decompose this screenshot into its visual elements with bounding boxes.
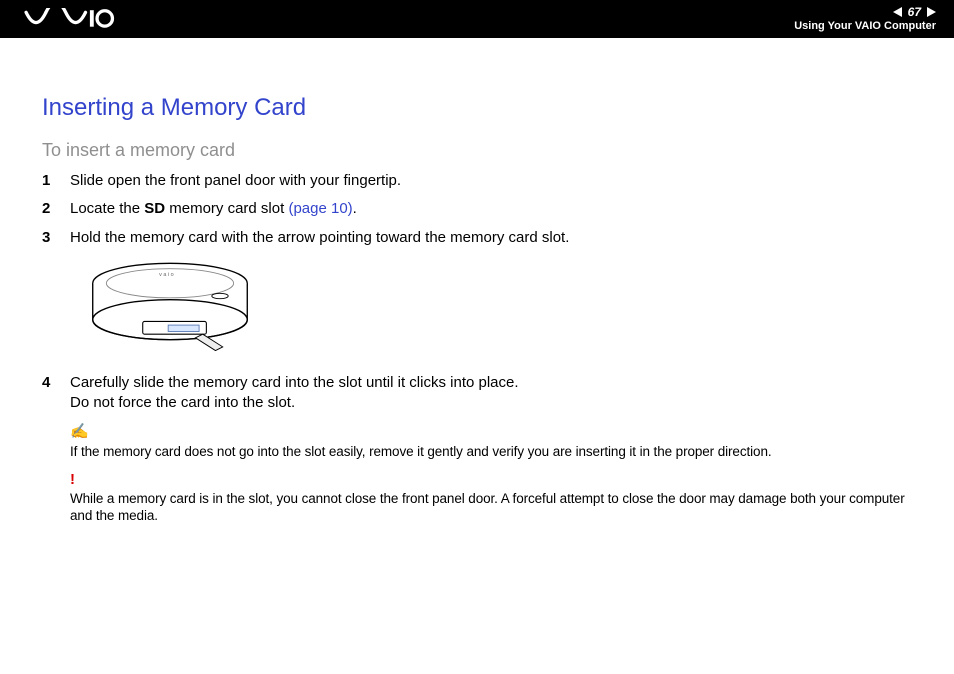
step-4: 4 Carefully slide the memory card into t…	[42, 373, 912, 414]
step-3: 3 Hold the memory card with the arrow po…	[42, 228, 912, 248]
vaio-logo-icon	[14, 8, 124, 30]
step-1: 1 Slide open the front panel door with y…	[42, 171, 912, 191]
step-text: Carefully slide the memory card into the…	[70, 373, 912, 414]
page-subtitle: To insert a memory card	[42, 140, 912, 161]
page-title: Inserting a Memory Card	[42, 94, 912, 122]
step-text-post: .	[353, 200, 357, 217]
step-number: 4	[42, 373, 70, 393]
page-content: Inserting a Memory Card To insert a memo…	[0, 38, 954, 525]
step-text: Hold the memory card with the arrow poin…	[70, 228, 912, 248]
steps-list: 1 Slide open the front panel door with y…	[42, 171, 912, 248]
header-right: 67 Using Your VAIO Computer	[794, 5, 936, 34]
device-illustration: v a i o	[70, 256, 270, 361]
section-label: Using Your VAIO Computer	[794, 20, 936, 33]
page-header: 67 Using Your VAIO Computer	[0, 0, 954, 38]
warning-icon: !	[70, 470, 912, 490]
note-text: If the memory card does not go into the …	[70, 444, 772, 459]
vaio-logo	[14, 8, 124, 30]
note-block: ✍ If the memory card does not go into th…	[70, 423, 912, 525]
step-text-bold: SD	[144, 200, 165, 217]
step-number: 3	[42, 228, 70, 248]
step-text-mid: memory card slot	[165, 200, 288, 217]
step-text-pre: Locate the	[70, 200, 144, 217]
step-2: 2 Locate the SD memory card slot (page 1…	[42, 199, 912, 219]
next-page-arrow-icon[interactable]	[927, 7, 936, 17]
svg-text:v a i o: v a i o	[159, 272, 174, 278]
steps-list-continued: 4 Carefully slide the memory card into t…	[42, 373, 912, 414]
prev-page-arrow-icon[interactable]	[893, 7, 902, 17]
step-number: 2	[42, 199, 70, 219]
step-number: 1	[42, 171, 70, 191]
page-nav: 67	[893, 5, 936, 19]
page-number: 67	[908, 5, 921, 19]
step-text-line2: Do not force the card into the slot.	[70, 394, 295, 411]
vaio-device-icon: v a i o	[70, 256, 270, 356]
page-link[interactable]: (page 10)	[288, 200, 352, 217]
step-text: Slide open the front panel door with you…	[70, 171, 912, 191]
step-text: Locate the SD memory card slot (page 10)…	[70, 199, 912, 219]
note-icon: ✍	[70, 423, 912, 443]
step-text-line1: Carefully slide the memory card into the…	[70, 374, 519, 391]
warning-text: While a memory card is in the slot, you …	[70, 491, 905, 524]
